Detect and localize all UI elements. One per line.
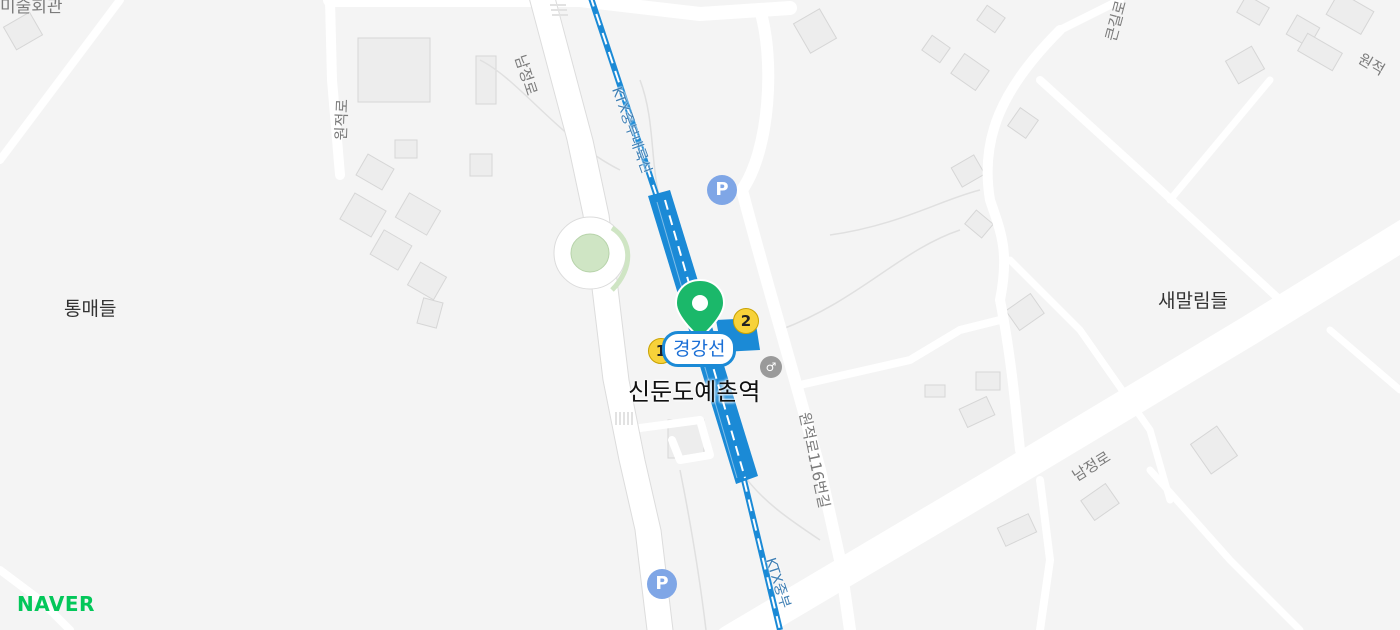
line-badge[interactable]: 경강선: [662, 331, 737, 367]
map-canvas[interactable]: 통매들 새말림들 미술회관 남정로 남정로 원적로 원적로116번길 KTX중부…: [0, 0, 1400, 630]
area-label-saemallimdeul: 새말림들: [1158, 290, 1228, 312]
road-label-wonjeokro: 원적로: [331, 98, 352, 141]
area-label-tongmaedeul: 통매들: [64, 298, 117, 320]
naver-logo[interactable]: NAVER: [17, 592, 95, 616]
restroom-icon[interactable]: ♂: [760, 356, 782, 378]
parking-icon[interactable]: P: [707, 175, 737, 205]
area-label-partial: 미술회관: [0, 0, 63, 17]
parking-icon[interactable]: P: [647, 569, 677, 599]
station-name-label[interactable]: 신둔도예촌역: [628, 372, 760, 407]
station-exit-2[interactable]: 2: [733, 308, 759, 334]
